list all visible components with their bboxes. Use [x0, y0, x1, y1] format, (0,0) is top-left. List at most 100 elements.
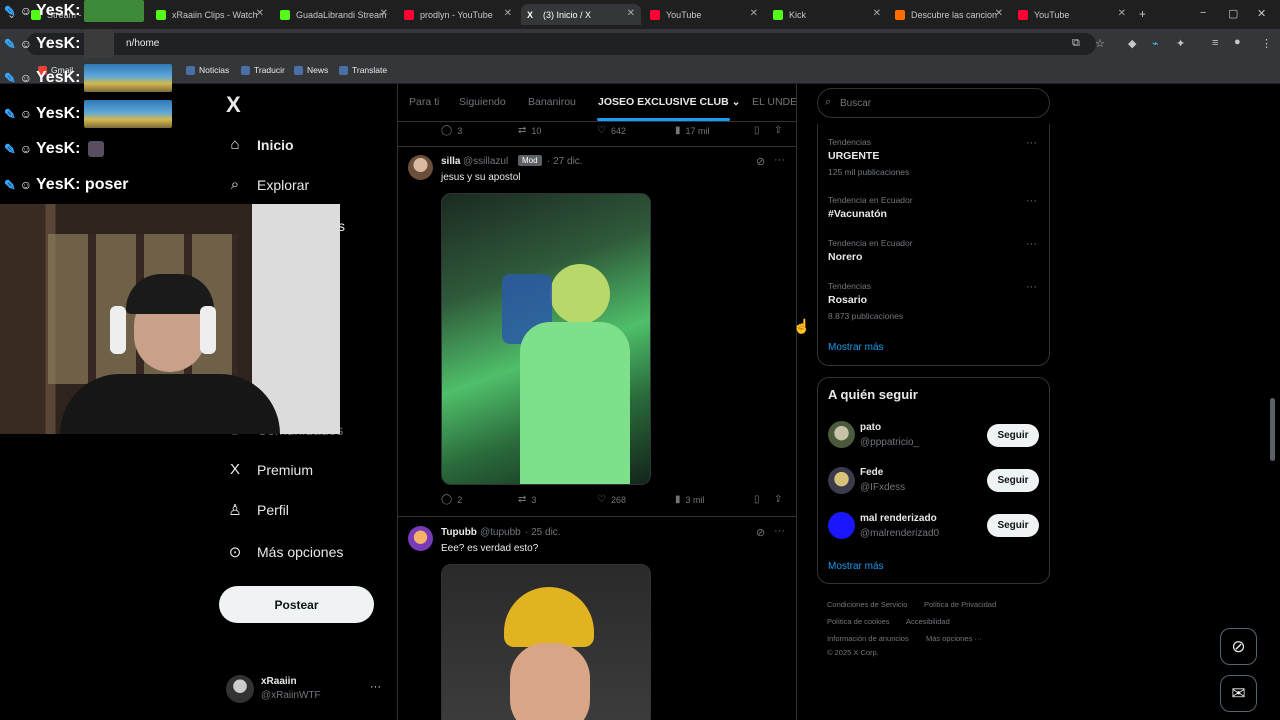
bookmark-news[interactable]: News: [294, 65, 328, 75]
bookmark-star-icon[interactable]: ☆: [1095, 37, 1105, 50]
account-switcher[interactable]: xRaaiin @xRaiinWTF ···: [226, 674, 386, 706]
share-action[interactable]: ⇪: [774, 494, 787, 505]
grok-icon[interactable]: ⊘: [756, 526, 765, 539]
share-action[interactable]: ⇪: [774, 125, 787, 136]
views-action[interactable]: ▮ 17 mil: [675, 125, 710, 136]
puzzle-icon[interactable]: ✦: [1176, 37, 1185, 50]
close-icon[interactable]: ✕: [873, 8, 881, 19]
tab-youtube-1[interactable]: YouTube ✕: [644, 4, 764, 25]
footer-link[interactable]: Accesibilidad: [906, 617, 950, 626]
tab-descubre[interactable]: Descubre las cancion ✕: [889, 4, 1009, 25]
tab-clips[interactable]: xRaaiin Clips - Watch ✕: [150, 4, 270, 25]
close-icon[interactable]: ✕: [750, 8, 758, 19]
new-tab-icon[interactable]: +: [1139, 7, 1146, 21]
close-icon[interactable]: ✕: [380, 8, 388, 19]
scrollbar[interactable]: [1270, 398, 1275, 461]
avatar[interactable]: [828, 512, 855, 539]
nav-home[interactable]: ⌂ Inicio: [226, 136, 293, 153]
tweet-author-handle[interactable]: @tupubb: [480, 527, 521, 538]
tab-kick[interactable]: Kick ✕: [767, 4, 887, 25]
nav-more[interactable]: ⊙ Más opciones: [226, 543, 344, 561]
tweet-time[interactable]: · 25 dic.: [525, 527, 561, 538]
tweet-text: Eee? es verdad esto?: [441, 543, 539, 554]
close-icon[interactable]: ✕: [995, 8, 1003, 19]
tab-joseo-club[interactable]: JOSEO EXCLUSIVE CLUB ⌄: [598, 96, 740, 108]
grok-float-button[interactable]: ⊘: [1220, 628, 1257, 665]
repost-action[interactable]: ⇄ 10: [518, 125, 541, 136]
tab-following[interactable]: Siguiendo: [459, 96, 506, 108]
extension-icon[interactable]: ◆: [1128, 37, 1136, 50]
address-bar[interactable]: n/home: [26, 33, 1096, 55]
tweet[interactable]: silla @ssillazul Mod · 27 dic. ⊘ ··· jes…: [398, 147, 796, 517]
more-icon[interactable]: ···: [1026, 238, 1037, 250]
bookmark-action[interactable]: ▯: [754, 125, 765, 136]
search-input[interactable]: Buscar: [817, 88, 1050, 118]
minimize-icon[interactable]: −: [1200, 7, 1206, 19]
x-logo[interactable]: X: [226, 92, 241, 118]
nav-profile[interactable]: ♙ Perfil: [226, 501, 289, 519]
tab-youtube-2[interactable]: YouTube ✕: [1012, 4, 1132, 25]
nav-premium[interactable]: X Premium: [226, 461, 313, 478]
tab-el-under[interactable]: EL UNDER: [752, 96, 796, 108]
avatar[interactable]: [828, 467, 855, 494]
profile-avatar-icon[interactable]: ●: [1234, 36, 1241, 48]
tab-for-you[interactable]: Para ti: [409, 96, 439, 108]
repost-action[interactable]: ⇄ 3: [518, 494, 536, 505]
grok-icon[interactable]: ⊘: [756, 155, 765, 168]
avatar[interactable]: [408, 155, 433, 180]
mail-icon: ✉: [1231, 683, 1246, 703]
tab-bananirou[interactable]: Bananirou: [528, 96, 576, 108]
like-action[interactable]: ♡ 642: [597, 125, 626, 136]
bookmark-action[interactable]: ▯: [754, 494, 765, 505]
tweet[interactable]: Tupubb @tupubb · 25 dic. ⊘ ··· Eee? es v…: [398, 517, 796, 720]
media-icon[interactable]: ≡: [1212, 37, 1218, 49]
nav-explore[interactable]: ⌕ Explorar: [226, 176, 309, 193]
tab-x-home[interactable]: X (3) Inicio / X ✕: [521, 4, 641, 25]
more-icon[interactable]: ···: [1026, 281, 1037, 293]
tweet-author-name[interactable]: Tupubb: [441, 527, 477, 538]
close-icon[interactable]: ✕: [627, 8, 635, 19]
tab-prodlyn[interactable]: prodlyn - YouTube ✕: [398, 4, 518, 25]
views-action[interactable]: ▮ 3 mil: [675, 494, 705, 505]
footer-link[interactable]: Información de anuncios: [827, 634, 909, 643]
more-icon[interactable]: ···: [774, 154, 785, 166]
reply-action[interactable]: ◯ 3: [441, 125, 462, 136]
tweet-time[interactable]: · 27 dic.: [547, 156, 583, 167]
tweet-author-handle[interactable]: @ssillazul: [463, 156, 508, 167]
close-icon[interactable]: ✕: [256, 8, 264, 19]
bookmark-noticias[interactable]: Noticias: [186, 65, 229, 75]
translate-ext-icon[interactable]: ⌁: [1152, 37, 1159, 50]
like-action[interactable]: ♡ 268: [597, 494, 626, 505]
more-icon[interactable]: ···: [1026, 195, 1037, 207]
install-icon[interactable]: ⧉: [1072, 37, 1080, 50]
more-icon[interactable]: ···: [1026, 137, 1037, 149]
tweet-author-name[interactable]: silla: [441, 156, 460, 167]
show-more-follow[interactable]: Mostrar más: [828, 561, 884, 572]
follow-button[interactable]: Seguir: [987, 469, 1039, 492]
close-icon[interactable]: ✕: [1118, 8, 1126, 19]
close-icon[interactable]: ✕: [504, 8, 512, 19]
tab-guada[interactable]: GuadaLibrandi Stream ✕: [274, 4, 394, 25]
footer-link[interactable]: Condiciones de Servicio: [827, 600, 907, 609]
avatar[interactable]: [828, 421, 855, 448]
avatar[interactable]: [408, 526, 433, 551]
footer-link[interactable]: Política de cookies: [827, 617, 890, 626]
bookmark-traducir[interactable]: Traducir: [241, 65, 285, 75]
reply-action[interactable]: ◯ 2: [441, 494, 462, 505]
close-window-icon[interactable]: ✕: [1257, 7, 1266, 20]
maximize-icon[interactable]: ▢: [1228, 7, 1238, 20]
follow-button[interactable]: Seguir: [987, 424, 1039, 447]
show-more-trends[interactable]: Mostrar más: [828, 342, 884, 353]
bookmark-translate[interactable]: Translate: [339, 65, 387, 75]
tweet-image[interactable]: [441, 193, 651, 485]
chat-emote: [84, 100, 173, 128]
more-icon[interactable]: ···: [774, 525, 785, 537]
footer-link[interactable]: Más opciones ···: [926, 634, 982, 643]
post-button[interactable]: Postear: [219, 586, 374, 623]
follow-button[interactable]: Seguir: [987, 514, 1039, 537]
messages-float-button[interactable]: ✉: [1220, 675, 1257, 712]
tweet-video[interactable]: [441, 564, 651, 720]
menu-kebab-icon[interactable]: ⋮: [1261, 37, 1272, 50]
chat-message: ✎ ☺ YesK:: [4, 0, 145, 22]
footer-link[interactable]: Política de Privacidad: [924, 600, 996, 609]
